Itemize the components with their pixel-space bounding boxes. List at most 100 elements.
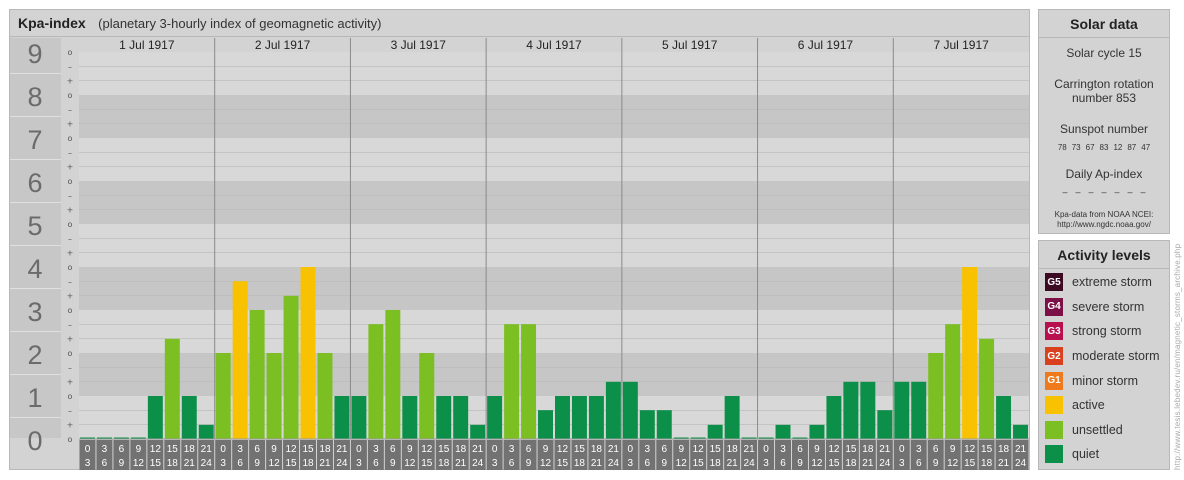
hour-end-label: 18 xyxy=(981,458,993,469)
hour-start-label: 18 xyxy=(319,444,331,455)
ap-value: – xyxy=(1127,187,1133,197)
hour-start-label: 12 xyxy=(557,444,569,455)
sub-tick-label: o xyxy=(68,220,73,229)
sub-tick-label: o xyxy=(68,306,73,315)
hour-end-label: 3 xyxy=(899,458,905,469)
grid-band xyxy=(79,138,1029,181)
hour-end-label: 21 xyxy=(862,458,874,469)
hour-start-label: 15 xyxy=(302,444,314,455)
sunspot-value: 47 xyxy=(1141,143,1151,152)
hour-end-label: 3 xyxy=(220,458,226,469)
grid-band xyxy=(79,310,1029,353)
kpa-bar xyxy=(283,295,299,439)
activity-legend: G5 extreme storm G4 severe storm G3 strong st… xyxy=(1039,269,1169,467)
activity-levels-title: Activity levels xyxy=(1039,241,1169,269)
hour-end-label: 24 xyxy=(879,458,891,469)
kpa-bar xyxy=(605,381,621,439)
hour-end-label: 21 xyxy=(184,458,196,469)
day-label: 2 Jul 1917 xyxy=(255,38,311,52)
kpa-bar xyxy=(181,396,197,439)
hour-end-label: 18 xyxy=(710,458,722,469)
kpa-bar-chart: 0123456789+–o+–o+–o+–o+–o+–o+–o+–o+–oo1 … xyxy=(10,38,1029,470)
hour-start-label: 3 xyxy=(780,444,786,455)
hour-end-label: 6 xyxy=(509,458,515,469)
sub-tick-label: o xyxy=(68,177,73,186)
sub-tick-label: + xyxy=(67,120,74,129)
kpa-chart-panel: Kpa-index (planetary 3-hourly index of g… xyxy=(9,9,1030,470)
hour-start-label: 21 xyxy=(1015,444,1027,455)
hour-end-label: 18 xyxy=(438,458,450,469)
kpa-bar xyxy=(266,353,282,439)
hour-start-label: 18 xyxy=(184,444,196,455)
day-label: 3 Jul 1917 xyxy=(391,38,447,52)
kpa-bar xyxy=(402,396,418,439)
daily-ap-values: – – – – – – – xyxy=(1039,187,1169,197)
hour-end-label: 21 xyxy=(319,458,331,469)
hour-end-label: 6 xyxy=(373,458,379,469)
hour-end-label: 6 xyxy=(780,458,786,469)
legend-label: moderate storm xyxy=(1072,349,1160,364)
sub-tick-label: – xyxy=(68,148,72,157)
kpa-bar xyxy=(826,396,842,439)
kpa-bar xyxy=(1013,424,1028,439)
day-label: 7 Jul 1917 xyxy=(933,38,989,52)
legend-swatch: G5 xyxy=(1045,273,1063,292)
kpa-bar xyxy=(300,267,316,439)
hour-start-label: 12 xyxy=(421,444,433,455)
grid-band xyxy=(79,267,1029,310)
hour-end-label: 9 xyxy=(797,458,803,469)
hour-start-label: 0 xyxy=(356,444,362,455)
kpa-bar xyxy=(215,353,231,439)
hour-end-label: 15 xyxy=(557,458,569,469)
hour-end-label: 21 xyxy=(727,458,739,469)
data-source-note: Kpa-data from NOAA NCEI: http://www.ngdc… xyxy=(1039,210,1169,230)
legend-item: G4 severe storm xyxy=(1039,295,1169,320)
kpa-bar xyxy=(368,324,384,439)
legend-swatch: G4 xyxy=(1045,297,1063,316)
hour-end-label: 18 xyxy=(167,458,179,469)
source-link[interactable]: http://www.ngdc.noaa.gov/ xyxy=(1039,220,1169,230)
kpa-bar xyxy=(538,410,553,439)
kpa-bar xyxy=(928,353,944,439)
hour-start-label: 12 xyxy=(964,444,976,455)
kpa-bar xyxy=(979,338,995,439)
sub-tick-label: + xyxy=(67,163,74,172)
legend-item: quiet xyxy=(1039,442,1169,467)
sub-tick-label: o xyxy=(68,134,73,143)
day-label: 6 Jul 1917 xyxy=(798,38,854,52)
hour-start-label: 21 xyxy=(336,444,348,455)
hour-start-label: 18 xyxy=(727,444,739,455)
hour-end-label: 9 xyxy=(254,458,260,469)
hour-start-label: 3 xyxy=(509,444,515,455)
y-tick-label: 7 xyxy=(27,125,42,155)
ap-value: – xyxy=(1114,187,1120,197)
hour-end-label: 18 xyxy=(574,458,586,469)
hour-end-label: 24 xyxy=(744,458,756,469)
grid-band xyxy=(79,95,1029,138)
hour-start-label: 0 xyxy=(220,444,226,455)
hour-end-label: 3 xyxy=(492,458,498,469)
hour-end-label: 9 xyxy=(933,458,939,469)
hour-end-label: 3 xyxy=(628,458,634,469)
kpa-bar xyxy=(521,324,537,439)
hour-end-label: 21 xyxy=(998,458,1010,469)
hour-start-label: 3 xyxy=(373,444,379,455)
legend-swatch xyxy=(1045,396,1063,415)
hour-start-label: 18 xyxy=(455,444,467,455)
hour-start-label: 0 xyxy=(628,444,634,455)
kpa-bar xyxy=(504,324,520,439)
y-tick-label: 0 xyxy=(27,426,42,456)
hour-end-label: 21 xyxy=(591,458,603,469)
hour-start-label: 6 xyxy=(390,444,396,455)
legend-label: active xyxy=(1072,398,1105,413)
sunspot-values: 78 73 67 83 12 87 47 xyxy=(1039,143,1169,152)
legend-item: G1 minor storm xyxy=(1039,368,1169,393)
hour-start-label: 3 xyxy=(645,444,651,455)
hour-start-label: 15 xyxy=(574,444,586,455)
solar-data-title: Solar data xyxy=(1039,10,1169,38)
sub-tick-label: – xyxy=(68,234,72,243)
hour-start-label: 12 xyxy=(693,444,705,455)
kpa-bar xyxy=(317,353,333,439)
sub-tick-label: + xyxy=(67,249,74,258)
hour-start-label: 21 xyxy=(608,444,620,455)
